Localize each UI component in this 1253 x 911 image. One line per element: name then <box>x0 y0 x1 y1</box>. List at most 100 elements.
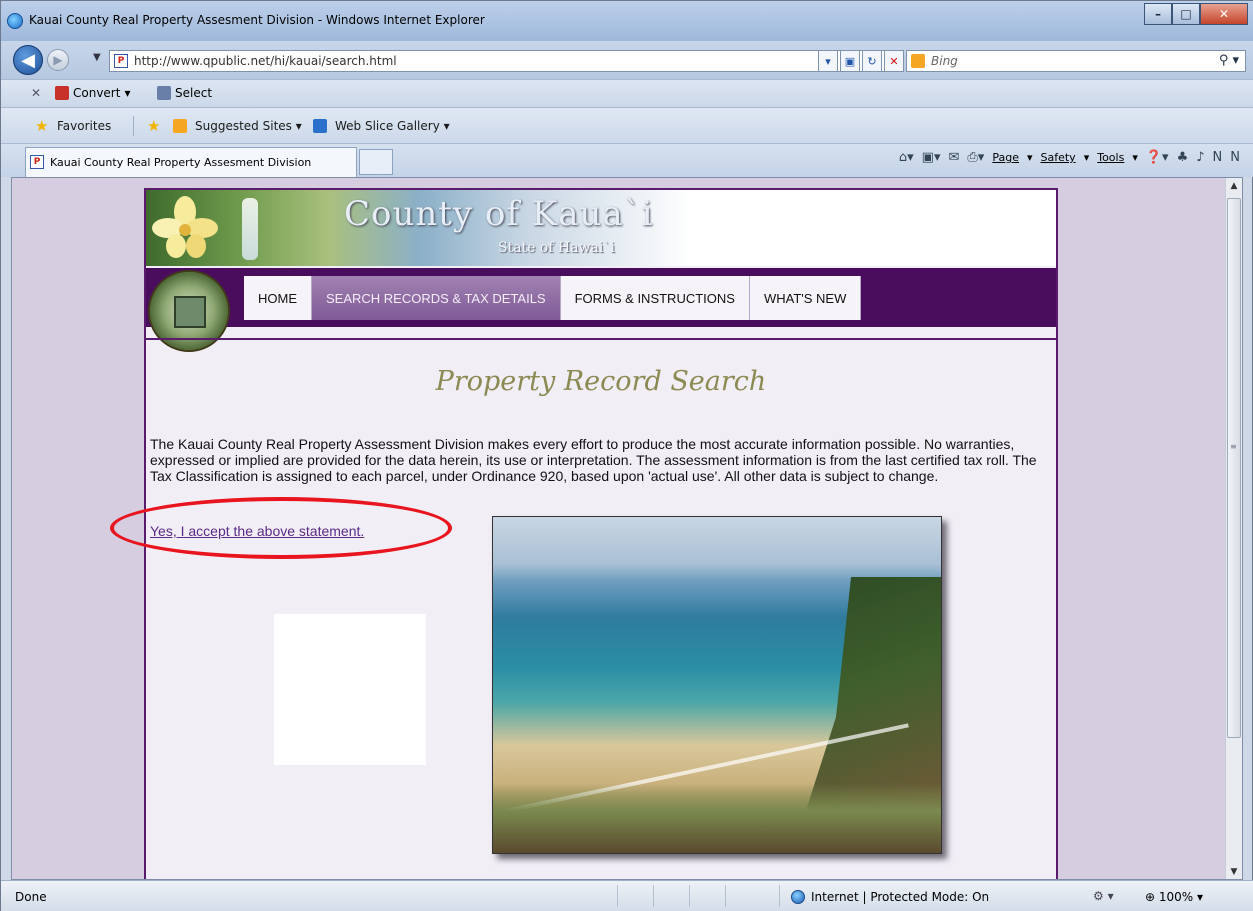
new-tab-button[interactable] <box>359 149 393 175</box>
favorites-star-icon: ★ <box>35 117 49 135</box>
onenote-send-icon[interactable]: N <box>1230 150 1240 165</box>
tab-kauai-county[interactable]: P Kauai County Real Property Assesment D… <box>25 147 357 177</box>
content-divider <box>146 338 1056 340</box>
help-icon[interactable]: ❓▾ <box>1146 150 1169 165</box>
annotation-ellipse <box>110 497 452 559</box>
beach-photo <box>492 516 942 854</box>
forward-button[interactable]: ▶ <box>47 49 69 71</box>
compatibility-view-icon[interactable]: ▣ <box>840 50 860 72</box>
research-icon[interactable]: ♣ <box>1177 150 1189 165</box>
status-divider <box>725 885 726 907</box>
zone-label: Internet | Protected Mode: On <box>811 890 990 904</box>
mail-icon[interactable]: ✉ <box>948 150 959 165</box>
toolbar-close-icon[interactable]: ✕ <box>31 86 41 100</box>
address-row: ◀ ▶ ▼ P http://www.qpublic.net/hi/kauai/… <box>1 41 1253 79</box>
banner-subtitle: State of Hawai`i <box>498 240 615 256</box>
address-url[interactable]: http://www.qpublic.net/hi/kauai/search.h… <box>134 54 397 68</box>
address-bar[interactable]: P http://www.qpublic.net/hi/kauai/search… <box>109 50 904 72</box>
site-nav-menu: HOME SEARCH RECORDS & TAX DETAILS FORMS … <box>244 276 862 320</box>
safety-dropdown-icon: ▾ <box>1083 151 1090 164</box>
waterfall-graphic <box>242 198 258 260</box>
command-bar: ⌂▾ ▣▾ ✉ ⎙▾ Page ▾ Safety ▾ Tools ▾ ❓▾ ♣ ♪ N… <box>899 150 1240 165</box>
translate-icon[interactable]: ♪ <box>1196 150 1204 165</box>
globe-icon <box>791 890 805 904</box>
scrollbar-grip-icon: ≡ <box>1230 442 1237 451</box>
convert-button[interactable]: Convert ▾ <box>55 86 130 100</box>
safety-menu[interactable]: Safety <box>1041 151 1076 164</box>
favorites-button[interactable]: Favorites <box>57 119 111 133</box>
favorites-bar: ★ Favorites ★ Suggested Sites ▾ Web Slic… <box>1 107 1253 143</box>
nav-search-records[interactable]: SEARCH RECORDS & TAX DETAILS <box>312 276 561 320</box>
refresh-icon[interactable]: ↻ <box>862 50 882 72</box>
site-favicon-icon: P <box>114 54 128 68</box>
onenote-icon[interactable]: N <box>1213 150 1223 165</box>
photo-vegetation <box>493 783 941 853</box>
convert-label: Convert <box>73 86 121 100</box>
tab-row: P Kauai County Real Property Assesment D… <box>1 143 1253 177</box>
window-controls: – □ ✕ <box>1144 3 1248 25</box>
scroll-down-arrow-icon[interactable]: ▼ <box>1226 864 1242 879</box>
minimize-button[interactable]: – <box>1144 3 1172 25</box>
recent-pages-dropdown-icon[interactable]: ▼ <box>93 52 101 63</box>
scroll-up-arrow-icon[interactable]: ▲ <box>1226 178 1242 195</box>
vertical-scrollbar[interactable]: ▲ ≡ ▼ <box>1225 178 1242 879</box>
seal-emblem <box>174 296 206 328</box>
add-favorite-icon[interactable]: ★ <box>147 117 160 135</box>
search-icon[interactable]: ⚲ ▾ <box>1219 53 1239 68</box>
protected-mode-icon[interactable]: ⚙ ▾ <box>1093 889 1114 903</box>
back-arrow-icon: ◀ <box>21 49 35 71</box>
tab-favicon-icon: P <box>30 155 44 169</box>
web-slice-icon <box>313 119 327 133</box>
window-title: Kauai County Real Property Assesment Div… <box>29 13 485 27</box>
convert-toolbar: ✕ Convert ▾ Select <box>1 79 1253 107</box>
status-text: Done <box>15 890 47 904</box>
select-icon <box>157 86 171 100</box>
print-icon[interactable]: ⎙▾ <box>967 150 984 165</box>
tools-menu[interactable]: Tools <box>1097 151 1124 164</box>
title-bar: Kauai County Real Property Assesment Div… <box>1 1 1253 41</box>
status-divider <box>653 885 654 907</box>
status-divider <box>779 885 780 907</box>
back-button[interactable]: ◀ <box>13 45 43 75</box>
disclaimer-text: The Kauai County Real Property Assessmen… <box>150 436 1037 484</box>
address-buttons: ▾ ▣ ↻ ✕ <box>818 50 904 72</box>
maximize-button[interactable]: □ <box>1172 3 1200 25</box>
suggested-sites-icon <box>173 119 187 133</box>
plumeria-flower-icon <box>152 196 218 258</box>
site-navbar: HOME SEARCH RECORDS & TAX DETAILS FORMS … <box>146 268 1056 352</box>
status-bar: Done Internet | Protected Mode: On ⚙ ▾ ⊕… <box>1 880 1253 911</box>
site-banner: County of Kaua`i State of Hawai`i <box>146 190 1056 266</box>
page-dropdown-icon: ▾ <box>1026 151 1033 164</box>
favorites-separator <box>133 116 134 136</box>
internet-explorer-icon <box>7 13 23 29</box>
nav-whats-new[interactable]: WHAT'S NEW <box>749 276 862 320</box>
web-slice-gallery-link[interactable]: Web Slice Gallery ▾ <box>335 119 450 133</box>
zoom-icon: ⊕ <box>1145 890 1156 904</box>
search-box[interactable]: Bing ⚲ ▾ <box>906 50 1246 72</box>
nav-forms-instructions[interactable]: FORMS & INSTRUCTIONS <box>560 276 750 320</box>
security-zone[interactable]: Internet | Protected Mode: On <box>791 890 989 904</box>
home-icon[interactable]: ⌂▾ <box>899 150 914 165</box>
scrollbar-thumb[interactable] <box>1227 198 1241 738</box>
bing-icon <box>911 54 925 68</box>
search-placeholder[interactable]: Bing <box>931 54 958 68</box>
tools-dropdown-icon: ▾ <box>1132 151 1138 164</box>
status-divider <box>689 885 690 907</box>
convert-dropdown-icon: ▾ <box>124 86 131 100</box>
select-label: Select <box>175 86 213 100</box>
blank-image-placeholder <box>274 614 426 765</box>
select-button[interactable]: Select <box>157 86 212 100</box>
nav-home[interactable]: HOME <box>244 276 312 320</box>
zoom-level[interactable]: ⊕ 100% ▾ <box>1145 890 1203 904</box>
page-title: Property Record Search <box>435 366 767 397</box>
page-menu[interactable]: Page <box>992 151 1019 164</box>
stop-icon[interactable]: ✕ <box>884 50 904 72</box>
zoom-dropdown-icon: ▾ <box>1197 890 1204 904</box>
status-divider <box>617 885 618 907</box>
suggested-sites-link[interactable]: Suggested Sites ▾ <box>195 119 302 133</box>
address-dropdown-icon[interactable]: ▾ <box>818 50 838 72</box>
forward-arrow-icon: ▶ <box>53 53 63 67</box>
close-window-button[interactable]: ✕ <box>1200 3 1248 25</box>
tab-label: Kauai County Real Property Assesment Div… <box>50 156 312 169</box>
feeds-icon[interactable]: ▣▾ <box>922 150 941 165</box>
